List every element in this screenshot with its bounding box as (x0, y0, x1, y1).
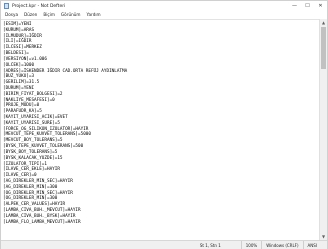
resize-grip[interactable] (321, 241, 327, 249)
scroll-up-icon[interactable]: ▲ (320, 19, 327, 26)
text-line: [LAMBA_FLO_LAMBA_MEVCUT]=HAYIR (3, 219, 81, 225)
cursor-position: St 1, Stn 1 (199, 242, 221, 248)
vertical-scrollbar[interactable]: ▲ ▼ (319, 19, 327, 240)
scrollbar-thumb[interactable] (321, 27, 326, 69)
scroll-down-icon[interactable]: ▼ (320, 233, 327, 240)
notepad-window: Project.kpr - Not Defteri — ☐ ✕ Dosya Dü… (0, 0, 328, 249)
menu-view[interactable]: Görünüm (58, 11, 84, 19)
text-editor[interactable]: [ESIM]=YENI [KURUM]=ARAS [ILMUDUR]=IĞDIR [I… (1, 19, 319, 240)
maximize-button[interactable]: ☐ (301, 1, 314, 11)
minimize-button[interactable]: — (288, 1, 301, 11)
line-ending: Windows (CRLF) (261, 240, 302, 249)
window-controls: — ☐ ✕ (288, 1, 327, 11)
window-title: Project.kpr - Not Defteri (12, 3, 66, 9)
zoom-level: 100% (240, 240, 261, 249)
status-bar: St 1, Stn 1 100% Windows (CRLF) ANSI (1, 240, 327, 249)
menu-file[interactable]: Dosya (1, 11, 21, 19)
menu-edit[interactable]: Düzen (21, 11, 40, 19)
encoding: ANSI (302, 240, 321, 249)
close-button[interactable]: ✕ (314, 1, 327, 11)
menu-bar: Dosya Düzen Biçim Görünüm Yardım (1, 11, 327, 19)
title-bar: Project.kpr - Not Defteri — ☐ ✕ (1, 1, 327, 11)
menu-format[interactable]: Biçim (40, 11, 58, 19)
menu-help[interactable]: Yardım (84, 11, 104, 19)
editor-content: [ESIM]=YENI [KURUM]=ARAS [ILMUDUR]=IĞDIR [I… (3, 22, 127, 225)
notepad-icon (4, 3, 9, 9)
